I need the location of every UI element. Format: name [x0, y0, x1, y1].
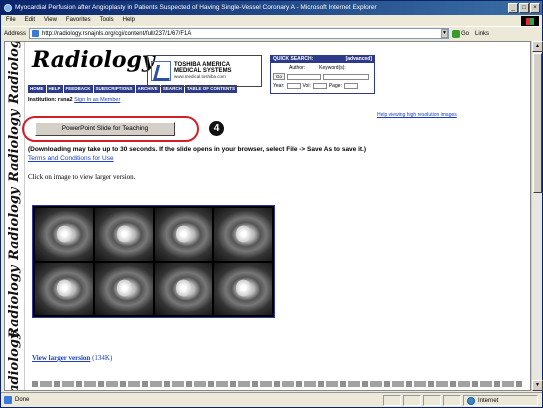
image-size: (134K) — [90, 354, 113, 362]
advanced-search-link[interactable]: [advanced] — [346, 56, 372, 63]
quick-search-box: QUICK SEARCH: [advanced] Author: Keyword… — [270, 55, 375, 94]
year-input[interactable] — [286, 82, 301, 89]
view-larger-link[interactable]: View larger version — [32, 354, 90, 362]
mri-panel — [154, 262, 213, 315]
status-segment — [423, 395, 441, 406]
quick-search-row-author: Author: Keyword(s): — [271, 63, 374, 72]
address-url: http://radiology.rsnajnls.org/cgi/conten… — [42, 30, 192, 37]
keyword-label: Keyword(s): — [319, 64, 346, 71]
menu-tools[interactable]: Tools — [100, 15, 114, 26]
sponsor-ad[interactable]: TOSHIBA AMERICA MEDICAL SYSTEMS www.medi… — [147, 55, 262, 87]
menu-help[interactable]: Help — [123, 15, 135, 26]
minimize-button[interactable]: _ — [508, 3, 518, 13]
institution-line: Institution: rsna2 Sign In as Member — [28, 97, 120, 103]
mri-panel — [35, 208, 93, 261]
figure-image[interactable] — [32, 205, 275, 318]
highlight-ring — [22, 116, 199, 142]
menu-edit[interactable]: Edit — [25, 15, 35, 26]
mri-panel — [214, 262, 272, 315]
address-dropdown-icon[interactable]: ▼ — [441, 29, 449, 38]
quick-search-title: QUICK SEARCH: — [273, 56, 314, 62]
sign-in-link[interactable]: Sign In as Member — [74, 97, 120, 103]
status-text: Done — [15, 397, 30, 403]
sidebar-wordmark: Radiology — [7, 331, 22, 391]
quick-search-row-citation: Year: Vol: Page: — [271, 81, 374, 90]
go-button[interactable]: Go — [452, 29, 470, 38]
scroll-up-icon[interactable]: ▲ — [532, 41, 543, 52]
address-input[interactable]: http://radiology.rsnajnls.org/cgi/conten… — [29, 28, 450, 39]
sidebar-wordmark: Radiology — [7, 265, 22, 338]
vol-label: Vol: — [302, 82, 311, 89]
nav-help[interactable]: HELP — [46, 85, 63, 93]
menu-bar: File Edit View Favorites Tools Help — [1, 15, 542, 26]
maximize-button[interactable]: □ — [519, 3, 529, 13]
status-segment — [403, 395, 421, 406]
address-label: Address — [4, 30, 27, 37]
nav-home[interactable]: HOME — [28, 85, 46, 93]
quick-search-header: QUICK SEARCH: [advanced] — [271, 56, 374, 63]
page-status-icon — [4, 396, 12, 404]
callout-badge: 4 — [209, 121, 224, 136]
vol-input[interactable] — [312, 82, 327, 89]
quick-search-row-fields: Go — [271, 72, 374, 81]
page-content: Radiology Radiology Radiology Radiology … — [4, 41, 531, 391]
status-segment — [443, 395, 461, 406]
status-bar: Done Internet — [1, 392, 542, 407]
view-larger-line: View larger version (134K) — [32, 354, 112, 362]
globe-icon — [467, 396, 475, 405]
institution-label: Institution: rsna2 — [28, 97, 73, 103]
menu-file[interactable]: File — [6, 15, 16, 26]
ie-icon — [4, 4, 12, 12]
menu-view[interactable]: View — [44, 15, 57, 26]
page-favicon-icon — [32, 30, 40, 37]
scroll-thumb[interactable] — [533, 53, 542, 193]
terms-link[interactable]: Terms and Conditions for Use — [28, 155, 114, 162]
mri-panel — [35, 262, 93, 315]
nav-feedback[interactable]: FEEDBACK — [63, 85, 93, 93]
keyword-input[interactable] — [323, 73, 369, 80]
mri-panel — [214, 208, 272, 261]
toshiba-logo-icon — [151, 61, 171, 81]
ad-url: www.medical.toshiba.com — [174, 74, 226, 79]
ad-text: TOSHIBA AMERICA MEDICAL SYSTEMS www.medi… — [174, 62, 232, 80]
quick-search-go-button[interactable]: Go — [273, 73, 285, 80]
close-button[interactable]: × — [530, 3, 540, 13]
browser-window: Myocardial Perfusion after Angioplasty i… — [0, 0, 543, 408]
nav-subscriptions[interactable]: SUBSCRIPTIONS — [93, 85, 135, 93]
sidebar-wordmark: Radiology — [7, 41, 22, 104]
author-input[interactable] — [287, 73, 321, 80]
caption-text — [32, 381, 522, 387]
links-button[interactable]: Links — [475, 31, 489, 37]
window-title: Myocardial Perfusion after Angioplasty i… — [15, 4, 377, 11]
vertical-scrollbar[interactable]: ▲ ▼ — [531, 41, 543, 391]
year-label: Year: — [273, 82, 285, 89]
scroll-down-icon[interactable]: ▼ — [532, 380, 543, 391]
zone-label: Internet — [478, 397, 499, 404]
go-arrow-icon — [452, 29, 461, 38]
sidebar-wordmark: Radiology — [7, 187, 22, 260]
help-high-res-link[interactable]: Help viewing high resolution images — [377, 112, 457, 118]
page-input[interactable] — [343, 82, 358, 89]
download-note: (Downloading may take up to 30 seconds. … — [28, 146, 367, 153]
radiology-logo[interactable]: Radiology — [32, 47, 155, 73]
security-zone: Internet — [463, 395, 538, 406]
status-segment — [383, 395, 401, 406]
address-bar: Address http://radiology.rsnajnls.org/cg… — [1, 26, 542, 40]
mri-panel — [94, 208, 153, 261]
mri-panel — [154, 208, 213, 261]
click-instruction: Click on image to view larger version. — [28, 173, 136, 181]
journal-sidebar: Radiology Radiology Radiology Radiology … — [5, 41, 25, 391]
mri-panel — [94, 262, 153, 315]
menu-favorites[interactable]: Favorites — [66, 15, 91, 26]
go-label: Go — [461, 30, 470, 37]
author-label: Author: — [289, 64, 306, 71]
title-bar: Myocardial Perfusion after Angioplasty i… — [1, 1, 542, 15]
page-label: Page: — [328, 82, 342, 89]
window-controls: _ □ × — [508, 3, 540, 13]
